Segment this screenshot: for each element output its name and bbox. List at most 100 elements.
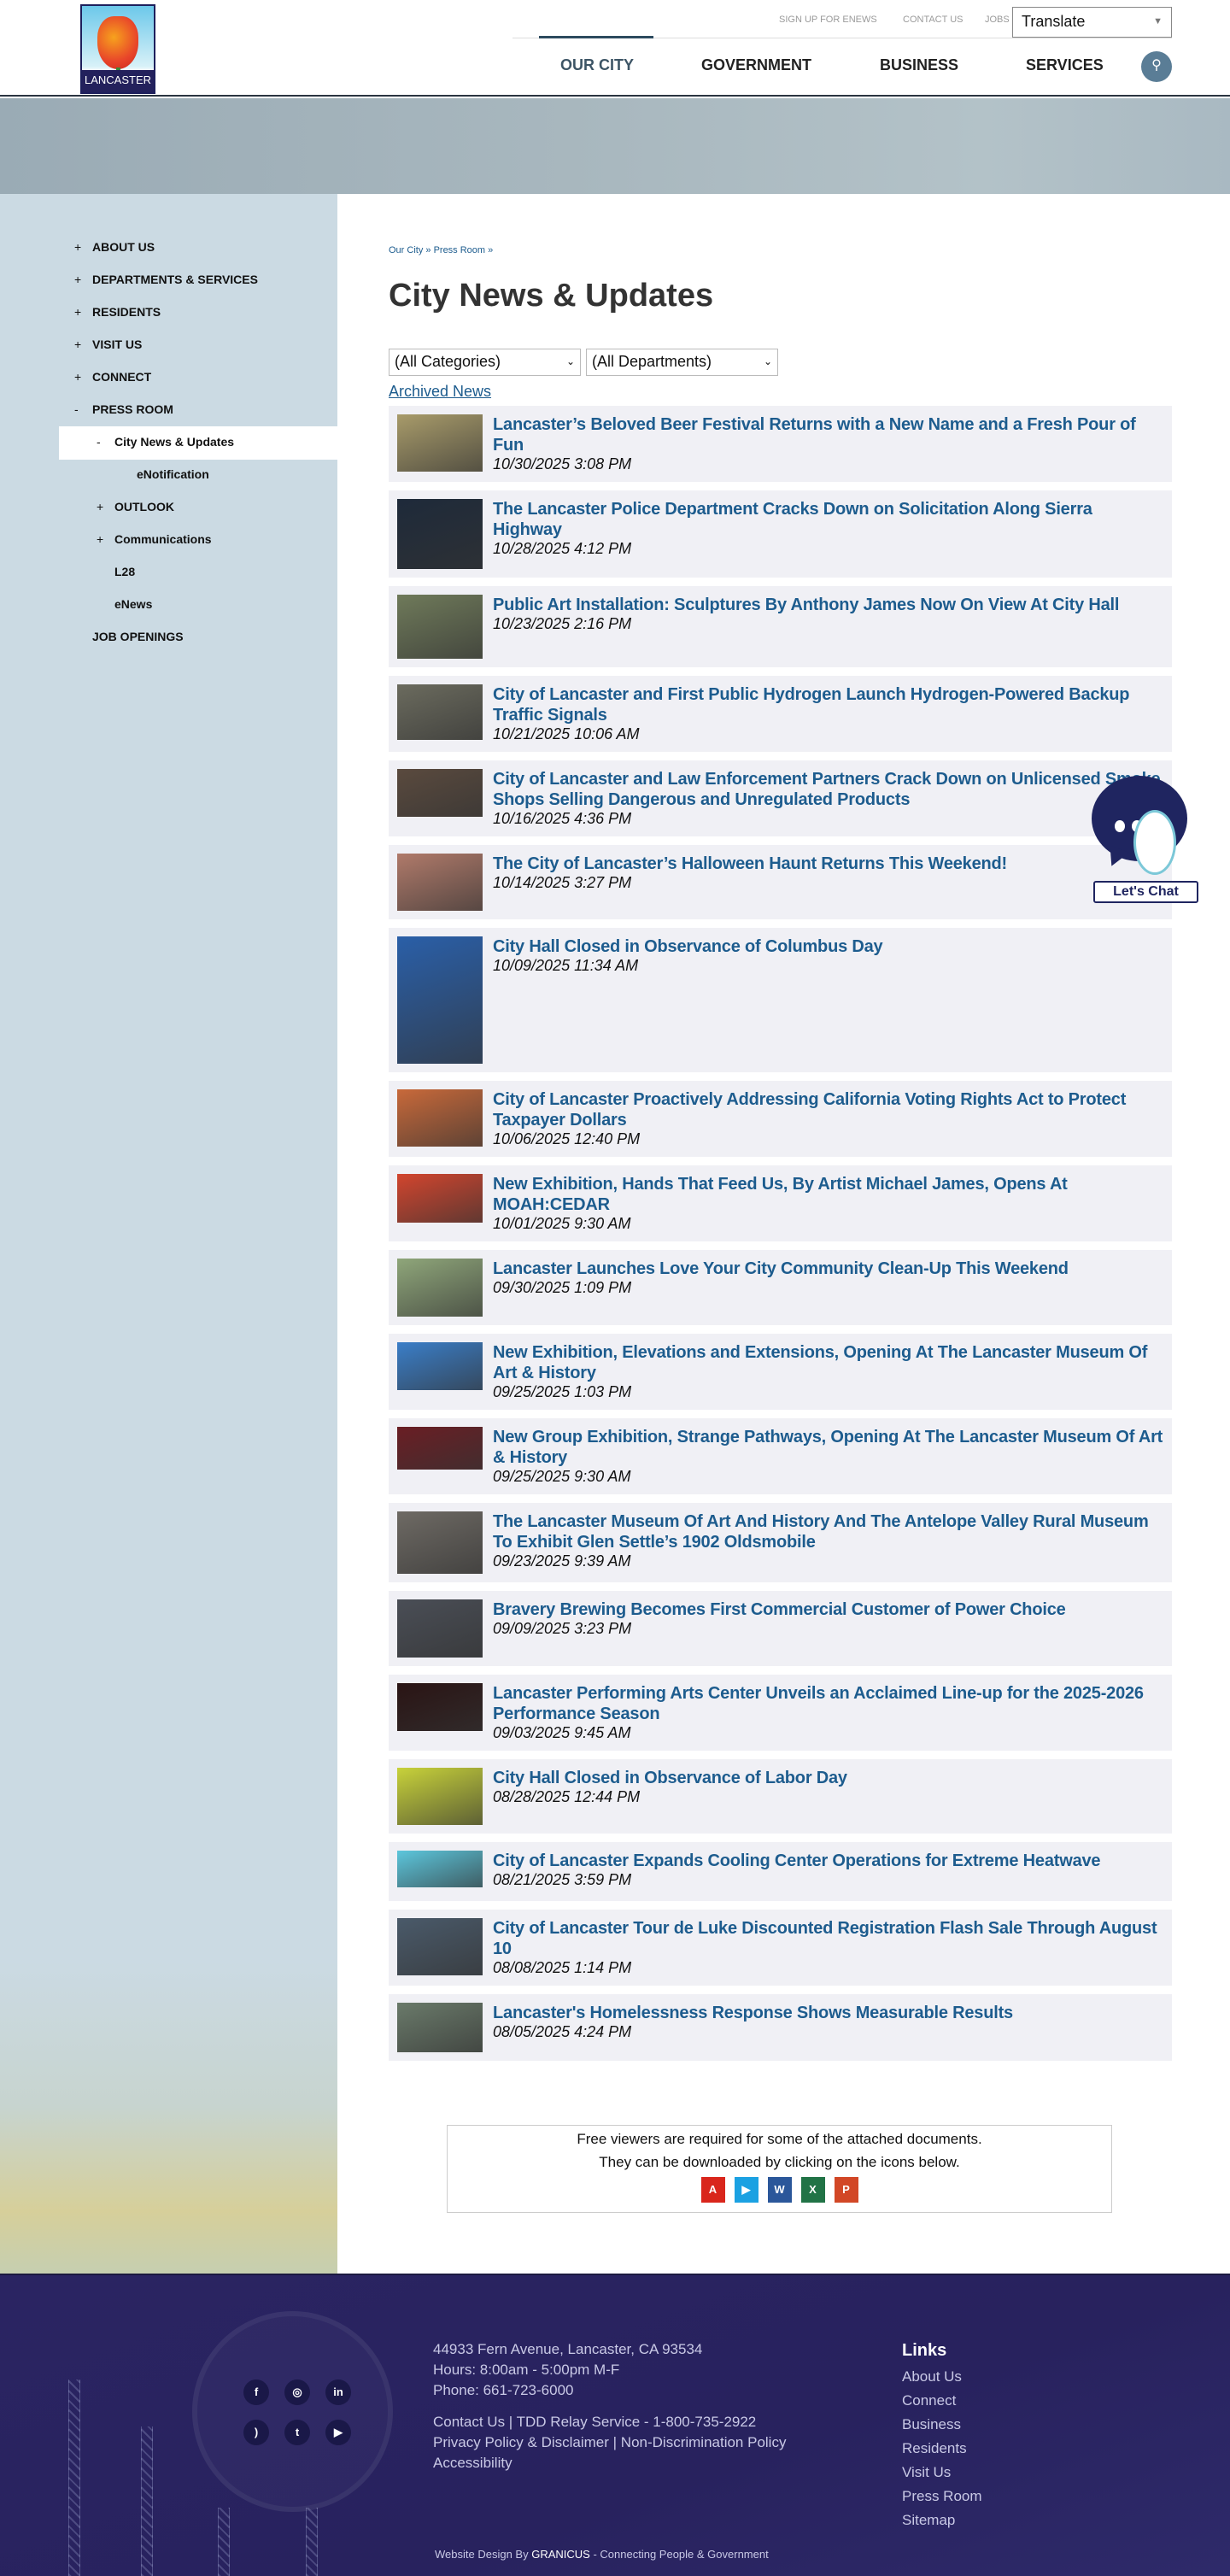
sidebar-item-job-openings[interactable]: JOB OPENINGS (92, 630, 184, 643)
category-select[interactable]: (All Categories) ⌄ (389, 349, 581, 376)
news-thumbnail[interactable] (397, 499, 483, 569)
news-thumbnail[interactable] (397, 1768, 483, 1825)
news-title-link[interactable]: City Hall Closed in Observance of Labor … (493, 1768, 1163, 1788)
twitter-icon[interactable]: t (284, 2420, 310, 2445)
news-thumbnail[interactable] (397, 1259, 483, 1317)
news-title-link[interactable]: Bravery Brewing Becomes First Commercial… (493, 1599, 1163, 1620)
sidebar-item-residents[interactable]: + RESIDENTS (74, 305, 161, 319)
nav-government[interactable]: GOVERNMENT (701, 56, 811, 74)
breadcrumb[interactable]: Our City » Press Room » (389, 245, 1172, 255)
youtube-icon[interactable]: ▶ (325, 2420, 351, 2445)
news-title-link[interactable]: Lancaster Launches Love Your City Commun… (493, 1259, 1163, 1279)
news-thumbnail[interactable] (397, 1342, 483, 1390)
news-title-link[interactable]: Lancaster’s Beloved Beer Festival Return… (493, 414, 1163, 455)
nav-business[interactable]: BUSINESS (880, 56, 958, 74)
news-thumbnail[interactable] (397, 1851, 483, 1887)
footer-link-about-us[interactable]: About Us (902, 2368, 962, 2385)
sidebar-item-departments-services[interactable]: + DEPARTMENTS & SERVICES (74, 273, 258, 286)
excel-viewer-icon[interactable]: X (800, 2177, 825, 2203)
facebook-icon[interactable]: f (243, 2379, 269, 2405)
linkedin-icon[interactable]: in (325, 2379, 351, 2405)
department-select[interactable]: (All Departments) ⌄ (586, 349, 778, 376)
expand-plus-icon[interactable]: + (97, 500, 103, 513)
media-player-icon[interactable]: ▶ (734, 2177, 758, 2203)
news-thumbnail[interactable] (397, 1511, 483, 1574)
footer-accessibility-link[interactable]: Accessibility (433, 2455, 512, 2472)
news-thumbnail[interactable] (397, 1683, 483, 1731)
footer-link-connect[interactable]: Connect (902, 2392, 956, 2409)
news-thumbnail[interactable] (397, 414, 483, 472)
granicus-link[interactable]: GRANICUS (531, 2548, 590, 2561)
news-thumbnail[interactable] (397, 595, 483, 659)
contact-us-link[interactable]: CONTACT US (903, 15, 964, 25)
footer-link-business[interactable]: Business (902, 2416, 961, 2433)
footer-policy-line[interactable]: Privacy Policy & Disclaimer | Non-Discri… (433, 2434, 786, 2451)
news-thumbnail[interactable] (397, 1918, 483, 1975)
sidebar-item-l28[interactable]: L28 (114, 565, 135, 578)
signup-enews-link[interactable]: SIGN UP FOR ENEWS (779, 15, 877, 25)
archived-news-link[interactable]: Archived News (389, 383, 491, 401)
lets-chat-button[interactable]: Let's Chat (1093, 881, 1198, 903)
expand-plus-icon[interactable]: + (74, 337, 81, 351)
search-button[interactable]: ⚲ (1141, 51, 1172, 82)
footer-link-residents[interactable]: Residents (902, 2440, 967, 2457)
footer-link-press-room[interactable]: Press Room (902, 2488, 982, 2505)
news-thumbnail[interactable] (397, 1174, 483, 1223)
antelope-mascot-icon (1133, 810, 1176, 875)
news-title-link[interactable]: City of Lancaster Tour de Luke Discounte… (493, 1918, 1163, 1959)
sidebar-item-enotification[interactable]: eNotification (137, 467, 209, 481)
news-title-link[interactable]: The Lancaster Museum Of Art And History … (493, 1511, 1163, 1552)
footer-contact-line[interactable]: Contact Us | TDD Relay Service - 1-800-7… (433, 2414, 756, 2431)
expand-plus-icon[interactable]: + (97, 532, 103, 546)
news-title-link[interactable]: Lancaster's Homelessness Response Shows … (493, 2003, 1163, 2023)
expand-plus-icon[interactable]: + (74, 240, 81, 254)
footer-link-sitemap[interactable]: Sitemap (902, 2512, 955, 2529)
news-title-link[interactable]: New Exhibition, Elevations and Extension… (493, 1342, 1163, 1383)
sidebar-item-visit-us[interactable]: + VISIT US (74, 337, 142, 351)
rss-icon[interactable]: ) (243, 2420, 269, 2445)
word-viewer-icon[interactable]: W (767, 2177, 792, 2203)
expand-plus-icon[interactable]: + (74, 305, 81, 319)
collapse-minus-icon[interactable]: - (97, 435, 101, 449)
news-title-link[interactable]: City of Lancaster Expands Cooling Center… (493, 1851, 1163, 1871)
news-thumbnail[interactable] (397, 854, 483, 911)
news-thumbnail[interactable] (397, 1089, 483, 1147)
news-thumbnail[interactable] (397, 2003, 483, 2052)
sidebar-item-about-us[interactable]: + ABOUT US (74, 240, 155, 254)
nav-our-city[interactable]: OUR CITY (560, 56, 634, 74)
sidebar-item-press-room[interactable]: - PRESS ROOM (74, 402, 173, 416)
expand-plus-icon[interactable]: + (74, 370, 81, 384)
sidebar-item-city-news-updates[interactable]: - City News & Updates (97, 435, 234, 449)
news-thumbnail[interactable] (397, 936, 483, 1064)
footer-link-visit-us[interactable]: Visit Us (902, 2464, 951, 2481)
expand-plus-icon[interactable]: + (74, 273, 81, 286)
chat-widget[interactable]: Let's Chat (1089, 776, 1200, 904)
news-thumbnail[interactable] (397, 684, 483, 740)
sidebar-item-enews[interactable]: eNews (114, 597, 152, 611)
sidebar-item-outlook[interactable]: + OUTLOOK (97, 500, 174, 513)
news-item: City of Lancaster Tour de Luke Discounte… (389, 1910, 1172, 1986)
news-thumbnail[interactable] (397, 769, 483, 817)
news-title-link[interactable]: City of Lancaster and First Public Hydro… (493, 684, 1163, 725)
jobs-link[interactable]: JOBS (985, 15, 1010, 25)
pdf-reader-icon[interactable]: A (700, 2177, 725, 2203)
news-title-link[interactable]: Public Art Installation: Sculptures By A… (493, 595, 1163, 615)
powerpoint-viewer-icon[interactable]: P (834, 2177, 858, 2203)
news-title-link[interactable]: The Lancaster Police Department Cracks D… (493, 499, 1163, 540)
collapse-minus-icon[interactable]: - (74, 402, 79, 416)
nav-services[interactable]: SERVICES (1026, 56, 1104, 74)
news-title-link[interactable]: New Group Exhibition, Strange Pathways, … (493, 1427, 1163, 1468)
news-title-link[interactable]: City Hall Closed in Observance of Columb… (493, 936, 1163, 957)
news-thumbnail[interactable] (397, 1427, 483, 1470)
news-title-link[interactable]: New Exhibition, Hands That Feed Us, By A… (493, 1174, 1163, 1215)
news-title-link[interactable]: City of Lancaster and Law Enforcement Pa… (493, 769, 1163, 810)
sidebar-item-communications[interactable]: + Communications (97, 532, 212, 546)
news-title-link[interactable]: Lancaster Performing Arts Center Unveils… (493, 1683, 1163, 1724)
news-title-link[interactable]: The City of Lancaster’s Halloween Haunt … (493, 854, 1163, 874)
instagram-icon[interactable]: ◎ (284, 2379, 310, 2405)
news-thumbnail[interactable] (397, 1599, 483, 1658)
translate-select[interactable]: Translate ▼ (1012, 7, 1172, 38)
lancaster-logo[interactable]: LANCASTER (80, 4, 155, 94)
news-title-link[interactable]: City of Lancaster Proactively Addressing… (493, 1089, 1163, 1130)
sidebar-item-connect[interactable]: + CONNECT (74, 370, 151, 384)
